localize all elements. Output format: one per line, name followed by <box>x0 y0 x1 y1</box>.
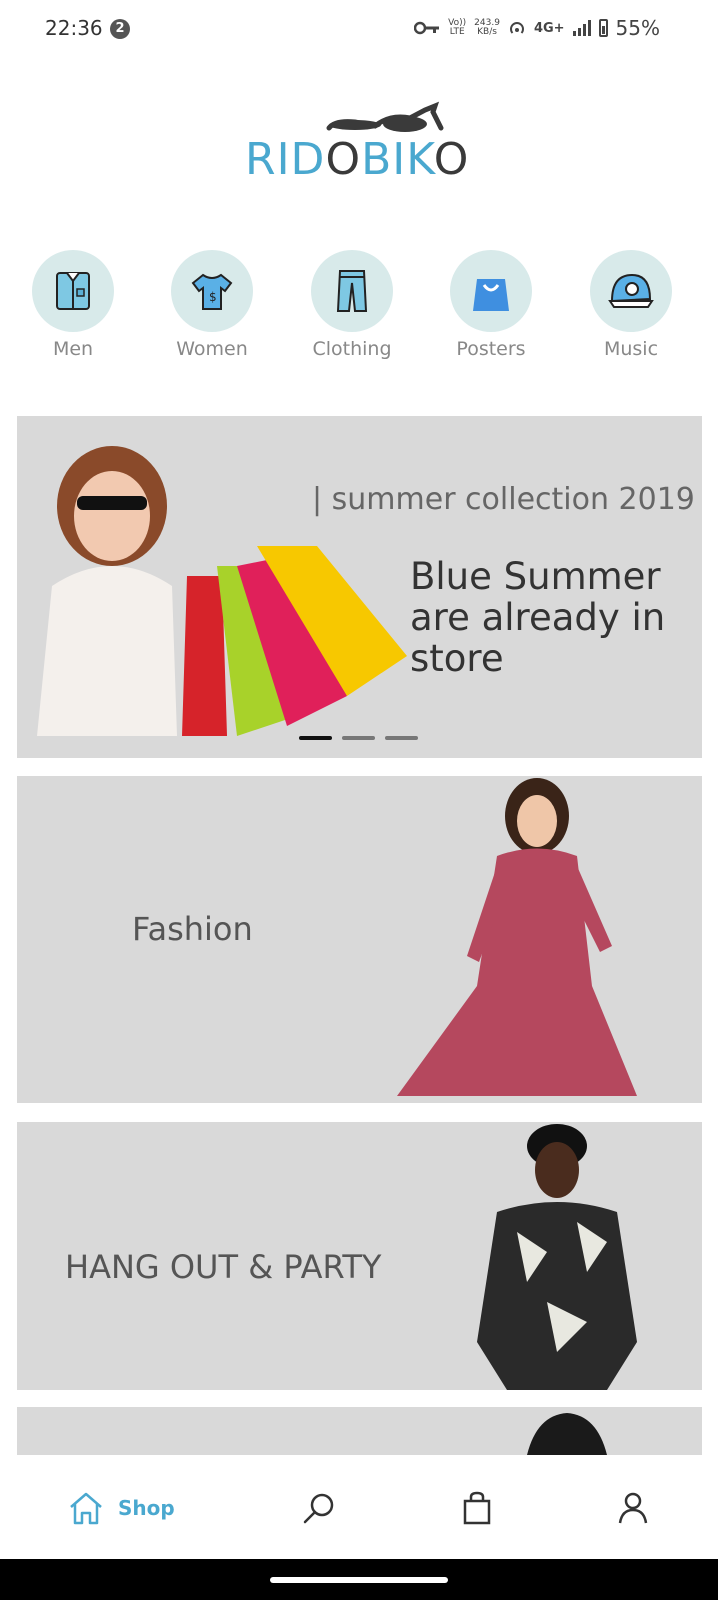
card-label: HANG OUT & PARTY <box>65 1248 382 1286</box>
status-icons: Vo)) LTE 243.9 KB/s 4G+ 55% <box>414 16 660 40</box>
carousel-subtitle: | summer collection 2019 <box>312 482 695 517</box>
fashion-model-image <box>397 778 637 1096</box>
status-time: 22:36 <box>45 16 103 40</box>
promo-carousel[interactable]: | summer collection 2019 Blue Summer are… <box>17 416 702 758</box>
tshirt-icon: $ <box>191 273 233 310</box>
svg-text:$: $ <box>209 290 217 304</box>
category-row: Men $ Women Clothing Posters Music <box>0 250 718 370</box>
network-type: 4G+ <box>533 20 565 36</box>
category-label: Men <box>52 338 94 360</box>
network-speed: 243.9 KB/s <box>474 18 500 37</box>
status-bar: 22:36 2 Vo)) LTE 243.9 KB/s 4G+ 55% <box>0 0 718 60</box>
category-label: Music <box>603 338 659 360</box>
shirt-icon <box>56 272 90 310</box>
nav-profile[interactable] <box>618 1491 648 1525</box>
category-circle <box>311 250 393 332</box>
carousel-dot[interactable] <box>385 736 418 740</box>
shopping-bag-icon <box>473 279 509 311</box>
category-circle <box>32 250 114 332</box>
vpn-key-icon <box>414 21 440 35</box>
search-icon <box>303 1493 334 1524</box>
ridobiko-logo: RIDOBIKO <box>245 100 475 185</box>
category-circle <box>590 250 672 332</box>
nav-shop-label: Shop <box>118 1496 175 1520</box>
nav-search[interactable] <box>302 1491 336 1525</box>
hotspot-icon <box>509 22 524 34</box>
logo-wordmark: RIDOBIKO <box>245 134 470 185</box>
signal-icon <box>572 20 591 36</box>
fashion-card[interactable]: Fashion <box>17 776 702 1103</box>
carousel-title: Blue Summer are already in store <box>410 555 666 680</box>
bottom-navigation: Shop <box>0 1455 718 1559</box>
category-men[interactable]: Men <box>13 250 133 360</box>
cap-icon <box>608 273 654 308</box>
party-model-image <box>477 1124 637 1390</box>
carousel-dot[interactable] <box>342 736 375 740</box>
bag-icon <box>463 1491 491 1525</box>
partial-model-image <box>527 1413 607 1455</box>
nav-cart[interactable] <box>462 1491 492 1525</box>
jeans-icon <box>336 270 368 312</box>
category-circle <box>450 250 532 332</box>
notification-count-badge: 2 <box>110 19 130 39</box>
category-label: Women <box>176 338 248 360</box>
nav-shop[interactable]: Shop <box>68 1491 175 1525</box>
category-circle: $ <box>171 250 253 332</box>
carousel-dot[interactable] <box>299 736 332 740</box>
category-women[interactable]: $ Women <box>152 250 272 360</box>
battery-percent: 55% <box>615 16 660 40</box>
home-icon <box>70 1492 102 1525</box>
volte-indicator: Vo)) LTE <box>448 18 467 37</box>
hangout-party-card[interactable]: HANG OUT & PARTY <box>17 1122 702 1390</box>
gesture-handle[interactable] <box>270 1577 448 1583</box>
carousel-indicator <box>299 736 418 740</box>
card-label: Fashion <box>132 910 253 948</box>
category-label: Clothing <box>312 338 392 360</box>
category-music[interactable]: Music <box>571 250 691 360</box>
profile-icon <box>618 1492 648 1524</box>
category-label: Posters <box>456 338 526 360</box>
system-gesture-bar <box>0 1559 718 1600</box>
category-clothing[interactable]: Clothing <box>292 250 412 360</box>
battery-icon <box>598 19 608 37</box>
category-posters[interactable]: Posters <box>431 250 551 360</box>
partial-card[interactable] <box>17 1407 702 1455</box>
